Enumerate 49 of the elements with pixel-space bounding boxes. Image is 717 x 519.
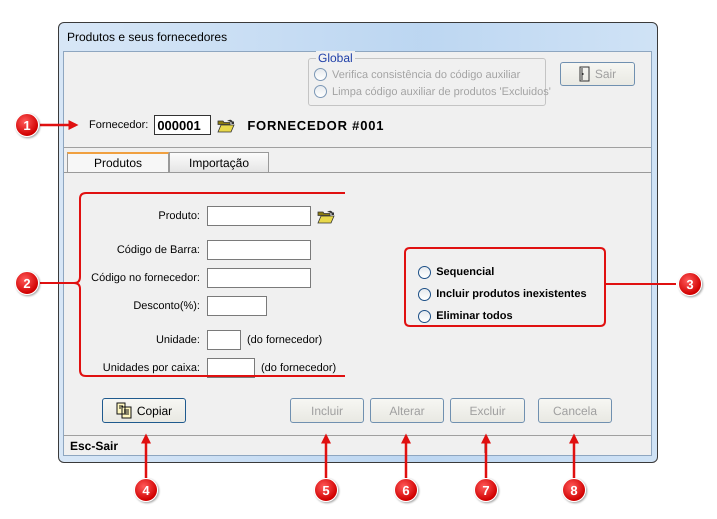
text-field[interactable] bbox=[207, 358, 255, 378]
callout-badge: 6 bbox=[394, 478, 418, 502]
callout-arrow bbox=[569, 434, 579, 478]
field-label: Desconto(%): bbox=[132, 300, 200, 312]
callout-badge: 1 bbox=[15, 113, 39, 137]
field-hint: (do fornecedor) bbox=[261, 362, 336, 374]
field-label: Código no fornecedor: bbox=[90, 272, 200, 284]
callout-badge: 7 bbox=[474, 478, 498, 502]
radio-label: Limpa código auxiliar de produtos 'Excluidos' bbox=[332, 86, 551, 98]
radio-button[interactable] bbox=[418, 266, 432, 278]
callout-badge: 3 bbox=[678, 272, 702, 296]
radio-button[interactable] bbox=[418, 288, 432, 300]
tab[interactable]: Produtos bbox=[67, 152, 169, 172]
field-hint: (do fornecedor) bbox=[247, 334, 322, 346]
text-field[interactable] bbox=[207, 268, 311, 288]
radio-label: Incluir produtos inexistentes bbox=[436, 288, 587, 300]
text-field[interactable] bbox=[207, 240, 311, 260]
callout-badge: 4 bbox=[134, 478, 158, 502]
text-field[interactable] bbox=[207, 296, 267, 316]
callout-arrow bbox=[401, 434, 411, 478]
status-text: Esc-Sair bbox=[70, 438, 118, 452]
field-label: Unidades por caixa: bbox=[102, 362, 200, 374]
callout-arrow bbox=[321, 434, 331, 478]
folder-icon[interactable] bbox=[217, 118, 236, 132]
supplier-code-field[interactable]: 000001 bbox=[154, 115, 212, 135]
field-label: Unidade: bbox=[154, 334, 200, 346]
callout-badge: 2 bbox=[15, 271, 39, 295]
text-field[interactable] bbox=[207, 330, 241, 350]
text-field[interactable] bbox=[207, 206, 311, 226]
group-title: Global bbox=[316, 51, 355, 65]
supplier-name: FORNECEDOR #001 bbox=[247, 118, 384, 132]
copy-icon bbox=[116, 402, 133, 419]
tab[interactable]: Importação bbox=[169, 152, 269, 172]
action-button[interactable]: Copiar bbox=[102, 398, 186, 423]
field-label: Produto: bbox=[157, 210, 200, 222]
callout-arrow bbox=[141, 434, 151, 478]
field-label: Fornecedor: bbox=[89, 119, 148, 131]
callout-badge: 8 bbox=[562, 478, 586, 502]
window-title: Produtos e seus fornecedores bbox=[66, 29, 228, 46]
field-label: Código de Barra: bbox=[116, 244, 200, 256]
radio-label: Verifica consistência do código auxiliar bbox=[332, 68, 520, 80]
callout-badge: 5 bbox=[314, 478, 338, 502]
door-icon bbox=[578, 66, 591, 82]
radio-label: Eliminar todos bbox=[436, 310, 513, 322]
radio-button[interactable] bbox=[418, 310, 432, 322]
folder-icon[interactable] bbox=[317, 208, 335, 224]
callout-arrow bbox=[481, 434, 491, 478]
callout-arrow bbox=[40, 120, 78, 130]
radio-label: Sequencial bbox=[436, 266, 494, 278]
